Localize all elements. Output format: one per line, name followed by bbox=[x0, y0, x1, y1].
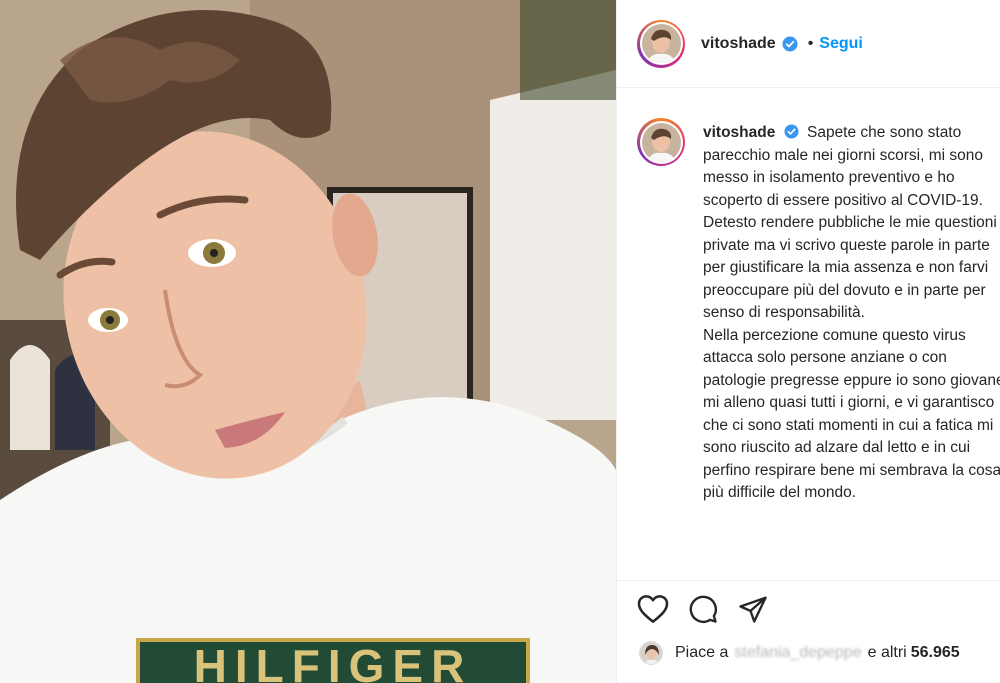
comment-button[interactable] bbox=[687, 594, 719, 624]
post-header: vitoshade • Segui bbox=[617, 0, 1000, 88]
avatar[interactable] bbox=[637, 19, 685, 68]
liker-username[interactable]: stefania_depeppe bbox=[734, 644, 861, 662]
caption-paragraph-3: Nella percezione comune questo virus att… bbox=[703, 326, 1000, 502]
caption-avatar[interactable] bbox=[637, 118, 685, 166]
action-bar bbox=[637, 594, 769, 624]
caption-paragraph-2: Detesto rendere pubbliche le mie questio… bbox=[703, 214, 997, 321]
caption-text: vitoshade Sapete che sono stato parecchi… bbox=[703, 118, 1000, 578]
likes-summary: Piace a stefania_depeppe e altri 56.965 bbox=[639, 641, 960, 665]
paper-plane-icon bbox=[739, 596, 767, 623]
share-button[interactable] bbox=[737, 594, 769, 624]
caption-username[interactable]: vitoshade bbox=[703, 124, 775, 141]
selfie-image: HILFIGER bbox=[0, 0, 616, 683]
likes-prefix: Piace a bbox=[675, 644, 729, 661]
divider bbox=[617, 580, 1000, 581]
separator-dot: • bbox=[807, 34, 814, 52]
caption-paragraph: vitoshade Sapete che sono stato parecchi… bbox=[703, 122, 1000, 212]
caption-fade bbox=[637, 564, 1000, 578]
liker-avatar-image bbox=[640, 642, 662, 664]
likes-suffix: e altri bbox=[867, 644, 907, 661]
header-username[interactable]: vitoshade bbox=[701, 35, 776, 53]
post-photo[interactable]: HILFIGER bbox=[0, 0, 616, 683]
caption-avatar-image bbox=[641, 122, 681, 162]
likes-count[interactable]: 56.965 bbox=[911, 644, 960, 662]
liker-avatar[interactable] bbox=[639, 641, 663, 665]
verified-badge-icon bbox=[784, 124, 799, 139]
like-button[interactable] bbox=[637, 594, 669, 624]
follow-button[interactable]: Segui bbox=[819, 35, 863, 53]
heart-icon bbox=[637, 595, 669, 623]
shirt-logo-text: HILFIGER bbox=[194, 640, 473, 683]
avatar-image bbox=[641, 24, 681, 63]
comment-icon bbox=[689, 595, 717, 623]
post-caption: vitoshade Sapete che sono stato parecchi… bbox=[637, 118, 1000, 578]
post-side-panel: vitoshade • Segui vitoshade Sapete che s… bbox=[616, 0, 1000, 683]
verified-badge-icon bbox=[782, 36, 798, 52]
